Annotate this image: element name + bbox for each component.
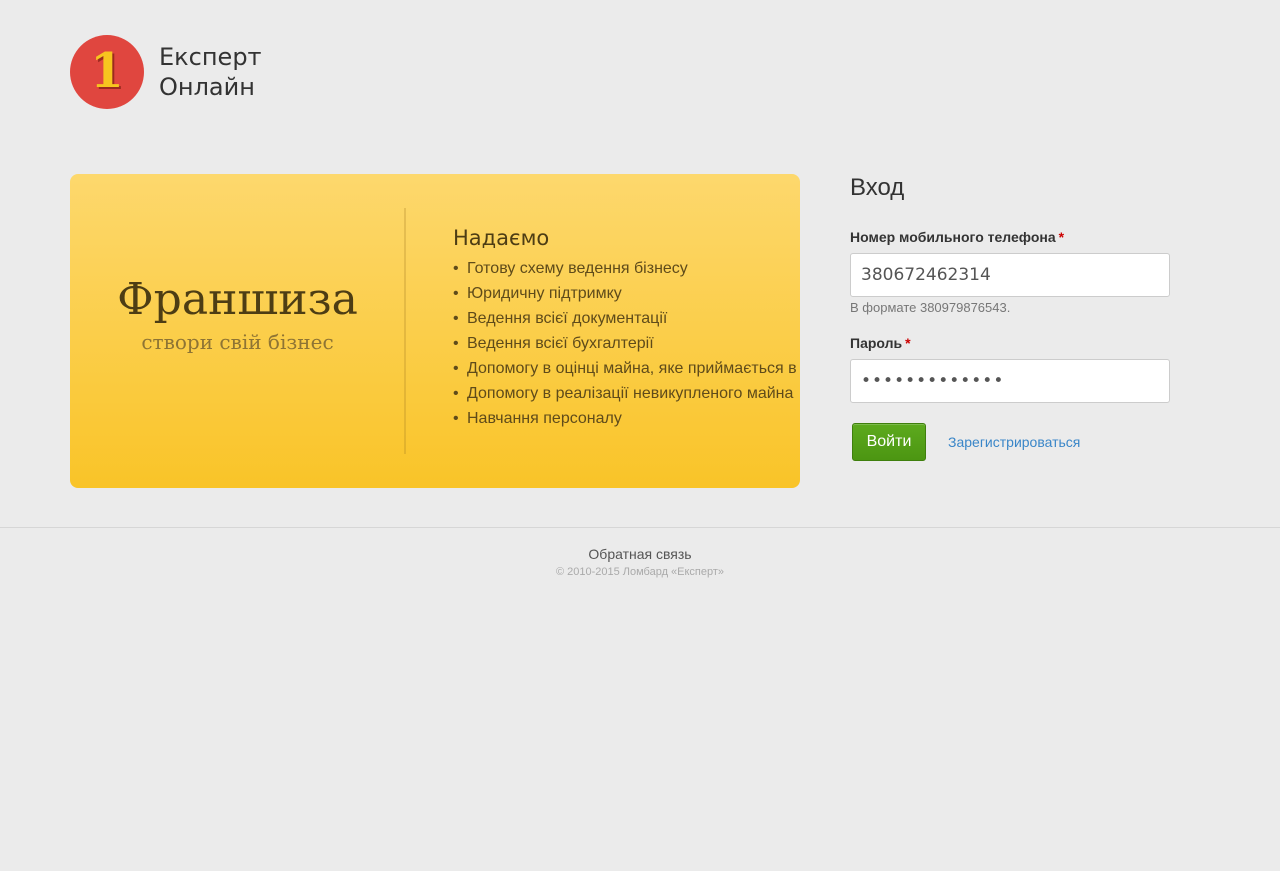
register-link[interactable]: Зарегистрироваться [948, 434, 1080, 450]
banner-list-item: Готову схему ведення бізнесу [453, 256, 800, 281]
password-input[interactable]: ••••••••••••• [850, 359, 1170, 403]
banner-subtitle: створи свій бізнес [141, 330, 334, 354]
banner-list-item: Юридичну підтримку [453, 281, 800, 306]
login-actions: Войти Зарегистрироваться [850, 423, 1170, 461]
login-button[interactable]: Войти [852, 423, 926, 461]
banner-list-item: Ведення всієї документації [453, 306, 800, 331]
phone-label: Номер мобильного телефона * [850, 228, 1170, 246]
logo-text: Експерт Онлайн [159, 42, 262, 102]
banner-list-item: Ведення всієї бухгалтерії [453, 331, 800, 356]
feedback-link[interactable]: Обратная связь [588, 546, 691, 562]
login-title: Вход [850, 174, 905, 201]
banner-list-item: Допомогу в оцінці майна, яке приймається… [453, 356, 800, 381]
required-mark: * [905, 335, 911, 351]
phone-label-text: Номер мобильного телефона [850, 229, 1056, 245]
banner-right: Надаємо Готову схему ведення бізнесу Юри… [453, 226, 800, 431]
logo-line-2: Онлайн [159, 73, 255, 101]
logo-line-1: Експерт [159, 43, 262, 71]
banner-list-item: Допомогу в реалізації невикупленого майн… [453, 381, 800, 406]
banner-list: Готову схему ведення бізнесу Юридичну пі… [453, 256, 800, 431]
phone-input[interactable]: 380672462314 [850, 253, 1170, 297]
footer-divider [0, 527, 1280, 528]
logo-digit: 1 [90, 43, 124, 99]
banner-list-item: Навчання персоналу [453, 406, 800, 431]
banner-title: Франшиза [117, 274, 358, 325]
copyright: © 2010-2015 Ломбард «Експерт» [555, 566, 725, 578]
password-input-value: ••••••••••••• [861, 371, 1005, 391]
required-mark: * [1058, 229, 1065, 245]
phone-input-value: 380672462314 [861, 265, 991, 285]
logo[interactable]: 1 Експерт Онлайн [70, 35, 262, 109]
franchise-banner[interactable]: Франшиза створи свій бізнес Надаємо Гото… [70, 174, 800, 488]
banner-left: Франшиза створи свій бізнес [70, 174, 405, 488]
phone-hint: В формате 380979876543. [850, 300, 1011, 315]
login-form: Вход Номер мобильного телефона * 38067246… [850, 174, 1170, 461]
logo-badge-icon: 1 [70, 35, 144, 109]
footer: Обратная связь © 2010-2015 Ломбард «Експ… [0, 545, 1280, 578]
banner-divider [404, 208, 406, 454]
page: 1 Експерт Онлайн Франшиза створи свій бі… [0, 0, 1280, 871]
password-label-text: Пароль [850, 335, 903, 351]
password-label: Пароль * [850, 334, 1170, 352]
banner-heading: Надаємо [453, 226, 550, 250]
